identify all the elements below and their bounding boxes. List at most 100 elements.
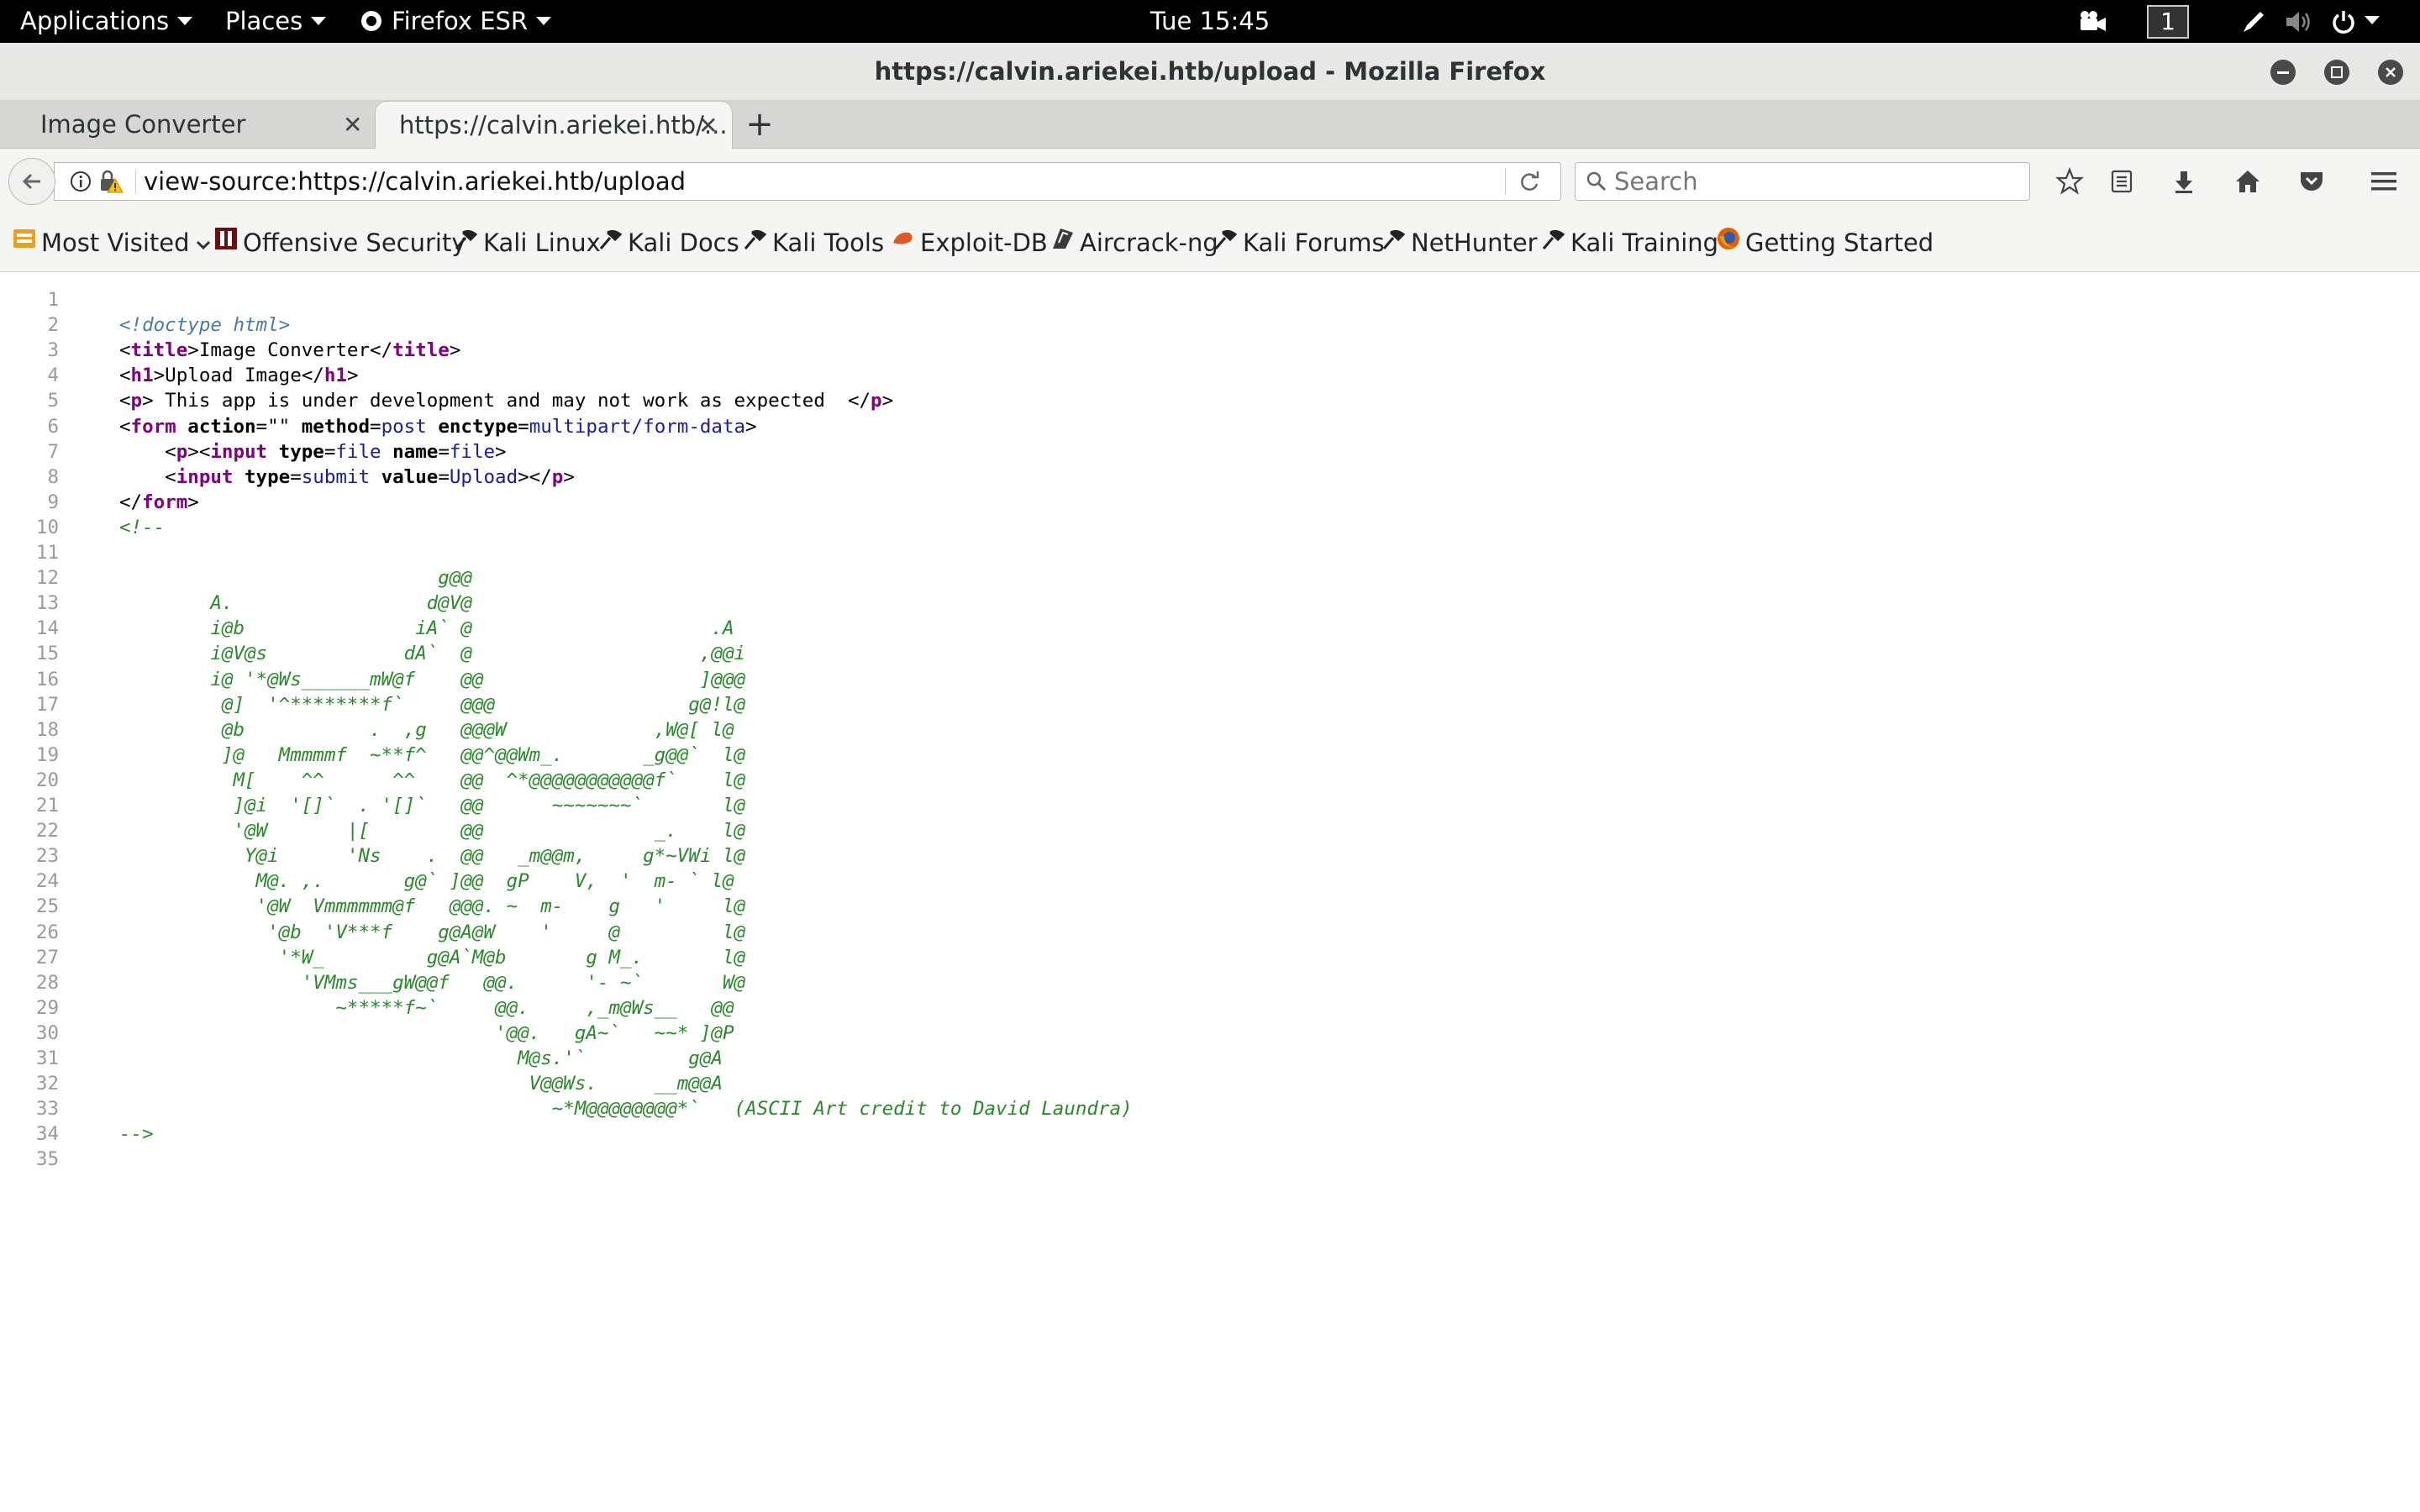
bookmark-exploit-db[interactable]: Exploit-DB (891, 214, 1048, 272)
source-line: 22 '@W |[ @@ _. l@ (0, 818, 2420, 843)
code-token: >Upload Image</ (153, 365, 324, 387)
tab-view-source[interactable]: https://calvin.ariekei.htb/... ✕ (375, 101, 733, 149)
tab-close-icon[interactable]: ✕ (343, 101, 362, 149)
volume-icon[interactable] (2284, 0, 2314, 43)
bookmark-label: NetHunter (1411, 228, 1538, 257)
source-line: 31 M@s.'` g@A (0, 1046, 2420, 1071)
code-token: file (449, 440, 496, 463)
code-token: = (324, 440, 336, 463)
close-icon (2386, 67, 2396, 77)
offsec-icon (213, 214, 239, 272)
hamburger-menu-icon[interactable] (2365, 162, 2403, 201)
power-menu[interactable] (2328, 0, 2383, 43)
clock[interactable]: Tue 15:45 (0, 0, 2420, 43)
insecure-lock-icon[interactable] (98, 169, 124, 197)
code-token: = (438, 440, 450, 463)
bookmark-kali-docs[interactable]: Kali Docs (598, 214, 739, 272)
code-token: file (335, 440, 381, 463)
line-number: 4 (47, 365, 59, 387)
home-icon[interactable] (2228, 162, 2267, 201)
pen-tool-icon[interactable] (2238, 0, 2269, 43)
line-number: 19 (35, 743, 59, 766)
search-field[interactable]: Search (1575, 162, 2030, 201)
line-number: 3 (47, 339, 59, 362)
bookmark-most-visited[interactable]: Most Visited (12, 214, 212, 272)
bookmark-getting-started[interactable]: Getting Started (1716, 214, 1933, 272)
source-line: 6 <form action="" method=post enctype=mul… (0, 414, 2420, 439)
back-button[interactable] (8, 158, 55, 205)
bookmark-kali-linux[interactable]: Kali Linux (454, 214, 601, 272)
line-number: 31 (35, 1047, 59, 1069)
code-token: submit (301, 465, 371, 488)
code-token: M[ ^^ ^^ @@ ^*@@@@@@@@@@@f` l@ (119, 769, 746, 791)
reading-list-icon[interactable] (2102, 162, 2141, 201)
line-number: 33 (35, 1098, 59, 1121)
download-icon[interactable] (2165, 162, 2203, 201)
line-number: 30 (35, 1021, 59, 1044)
code-token: > (187, 491, 199, 513)
reload-icon[interactable] (1517, 170, 1542, 198)
most-visited-icon (12, 214, 37, 272)
source-line: 21 ]@i '[]` . '[]` @@ ~~~~~~~` l@ (0, 793, 2420, 818)
source-line: 23 Y@i 'Ns . @@ _m@@m, g*~VWi l@ (0, 843, 2420, 869)
code-token: M@s.'` g@A (119, 1047, 723, 1069)
gnome-top-bar: Applications Places Firefox ESR Tue 15:4… (0, 0, 2420, 43)
source-line: 10 <!-- (0, 515, 2420, 540)
code-token: action (187, 415, 256, 438)
source-line: 30 '@@. gA~` ~~* ]@P (0, 1021, 2420, 1046)
tab-image-converter[interactable]: Image Converter ✕ (17, 101, 368, 149)
new-tab-button[interactable]: + (743, 101, 776, 149)
source-line: 3 <title>Image Converter</title> (0, 338, 2420, 363)
code-token: >< (187, 440, 211, 463)
url-bar[interactable]: view-source:https://calvin.ariekei.htb/u… (54, 162, 1561, 201)
bookmark-star-icon[interactable] (2050, 162, 2089, 201)
source-code-text: --> (119, 1121, 154, 1147)
bookmark-offensive-security[interactable]: Offensive Security (213, 214, 466, 272)
info-icon[interactable] (70, 171, 92, 196)
bookmark-label: Exploit-DB (920, 228, 1048, 257)
minimize-button[interactable] (2270, 60, 2296, 85)
bookmark-nethunter[interactable]: NetHunter (1381, 214, 1538, 272)
source-line: 1 (0, 287, 2420, 312)
workspace-indicator[interactable]: 1 (2147, 0, 2189, 43)
source-code-text: <p><input type=file name=file> (119, 439, 506, 465)
source-line: 20 M[ ^^ ^^ @@ ^*@@@@@@@@@@@f` l@ (0, 768, 2420, 793)
url-text[interactable]: view-source:https://calvin.ariekei.htb/u… (144, 163, 686, 200)
code-token: ~*****f~` @@. ,_m@Ws__ @@ (119, 996, 734, 1019)
line-number: 27 (35, 946, 59, 969)
bookmark-label: Most Visited (41, 228, 190, 257)
navigation-toolbar: view-source:https://calvin.ariekei.htb/u… (0, 149, 2420, 214)
code-token: enctype (438, 415, 518, 438)
maximize-button[interactable] (2324, 60, 2349, 85)
code-token: < (119, 390, 131, 412)
window-title-bar: https://calvin.ariekei.htb/upload - Mozi… (0, 43, 2420, 101)
code-token: post (381, 415, 427, 438)
video-camera-icon[interactable] (2075, 0, 2111, 43)
bookmark-aircrack-ng[interactable]: Aircrack-ng (1050, 214, 1218, 272)
line-number: 22 (35, 820, 59, 843)
close-window-button[interactable] (2378, 60, 2403, 85)
bookmark-kali-tools[interactable]: Kali Tools (743, 214, 884, 272)
code-token: p (176, 440, 188, 463)
pocket-icon[interactable] (2292, 162, 2331, 201)
code-token: <!doctype html> (119, 314, 291, 337)
line-number: 13 (35, 592, 59, 615)
source-code-text: ]@ Mmmmmf ~**f^ @@^@@Wm_. _g@@` l@ (119, 743, 745, 768)
bookmark-kali-forums[interactable]: Kali Forums (1213, 214, 1385, 272)
source-code-text: </form> (119, 490, 199, 515)
aircrack-icon (1050, 214, 1076, 272)
code-token: h1 (130, 365, 154, 387)
source-code-text: <form action="" method=post enctype=mult… (119, 414, 757, 439)
source-line: 18 @b . ,g @@@W ,W@[ l@ (0, 717, 2420, 743)
source-line: 14 i@b iA` @ .A (0, 616, 2420, 641)
tab-close-icon[interactable]: ✕ (698, 102, 718, 150)
source-line: 17 @] '^********f` @@@ g@!l@ (0, 692, 2420, 717)
line-number: 11 (35, 542, 59, 564)
bookmark-kali-training[interactable]: Kali Training (1541, 214, 1718, 272)
code-token: ></ (518, 465, 552, 488)
code-token: ~*M@@@@@@@@*` (ASCII Art credit to David… (119, 1098, 1133, 1121)
line-number: 21 (35, 795, 59, 816)
code-token: input (176, 465, 234, 488)
